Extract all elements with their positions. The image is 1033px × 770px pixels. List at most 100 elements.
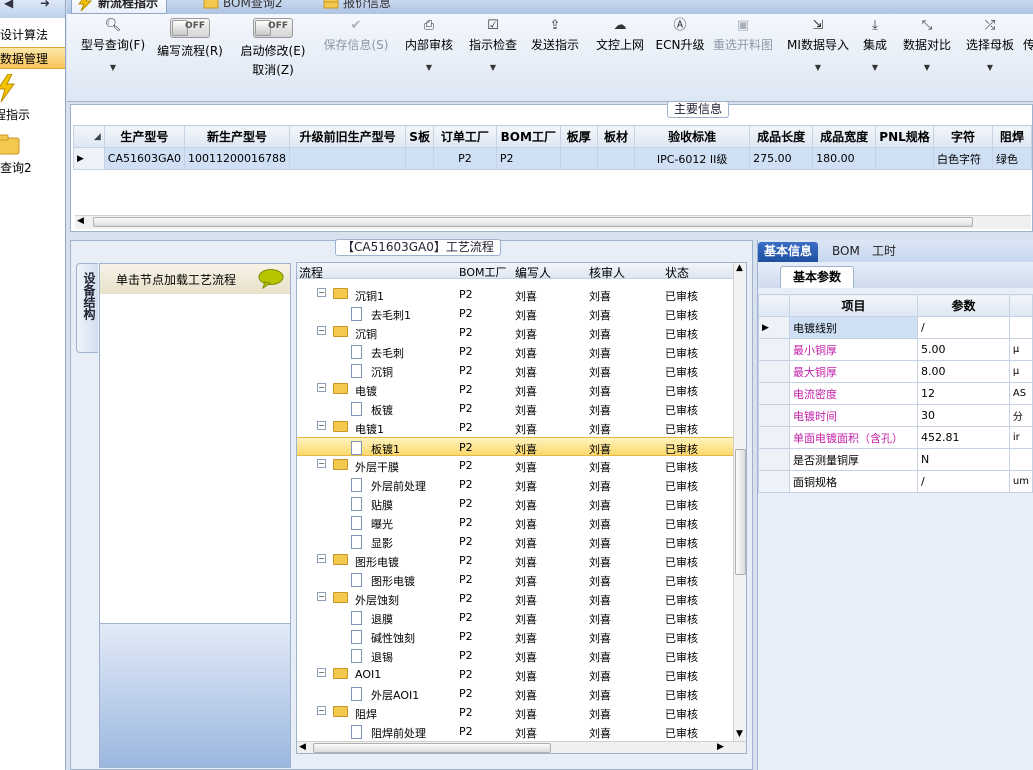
param-value-cell[interactable]: 452.81: [917, 426, 1010, 449]
cancel-button[interactable]: 取消(Z): [235, 61, 311, 78]
more-button[interactable]: 传: [1023, 18, 1033, 53]
ecn-upgrade-button[interactable]: Ⓐ ECN升级: [653, 18, 707, 53]
tab-basic-info[interactable]: 基本信息: [758, 242, 819, 262]
scroll-right-icon[interactable]: ▶: [717, 742, 724, 752]
param-row[interactable]: 最小铜厚 5.00 μ: [758, 338, 1033, 361]
param-row[interactable]: 面铜规格 / um: [758, 470, 1033, 493]
tree-row[interactable]: 显影 P2 刘喜 刘喜 已审核: [297, 532, 734, 551]
scroll-up-icon[interactable]: ▲: [736, 263, 743, 273]
column-header[interactable]: 板材: [596, 125, 636, 148]
toggle-switch[interactable]: OFF: [170, 18, 210, 38]
tree-row[interactable]: 外层AOI1 P2 刘喜 刘喜 已审核: [297, 684, 734, 703]
tree-row[interactable]: − 外层干膜 P2 刘喜 刘喜 已审核: [297, 456, 734, 475]
tree-row[interactable]: 碱性蚀刻 P2 刘喜 刘喜 已审核: [297, 627, 734, 646]
column-header[interactable]: 新生产型号: [184, 125, 291, 148]
horizontal-scrollbar[interactable]: ◀: [75, 215, 1031, 229]
device-structure-tab[interactable]: 设备结构: [76, 263, 98, 353]
tree-row[interactable]: − 电镀 P2 刘喜 刘喜 已审核: [297, 380, 734, 399]
tree-row[interactable]: 图形电镀 P2 刘喜 刘喜 已审核: [297, 570, 734, 589]
param-value-cell[interactable]: 12: [917, 382, 1010, 405]
table-cell[interactable]: 10011200016788: [184, 147, 291, 170]
data-compare-button[interactable]: ⤡ 数据对比 ▼: [899, 18, 955, 72]
param-row[interactable]: 单面电镀面积（含孔） 452.81 ir: [758, 426, 1033, 449]
column-header[interactable]: 流程: [299, 264, 323, 281]
save-info-button[interactable]: ✔ 保存信息(S): [321, 18, 391, 53]
table-cell[interactable]: [596, 147, 636, 170]
param-value-cell[interactable]: /: [917, 470, 1010, 493]
collapse-toggle-icon[interactable]: −: [317, 592, 326, 601]
tree-row[interactable]: 退膜 P2 刘喜 刘喜 已审核: [297, 608, 734, 627]
start-modify-toggle[interactable]: OFF 启动修改(E) 取消(Z): [235, 18, 311, 78]
nav-item-design-algorithm[interactable]: 设计算法: [0, 24, 65, 46]
tree-row[interactable]: 曝光 P2 刘喜 刘喜 已审核: [297, 513, 734, 532]
column-header[interactable]: 字符: [933, 125, 993, 148]
column-header[interactable]: 阻焊: [991, 125, 1033, 148]
column-header[interactable]: 验收标准: [634, 125, 751, 148]
column-header[interactable]: BOM工厂: [495, 125, 561, 148]
tab-quote-info[interactable]: 报价信息: [317, 0, 399, 14]
exit-icon[interactable]: ➜: [40, 0, 50, 10]
send-indicator-button[interactable]: ⇪ 发送指示: [527, 18, 583, 53]
collapse-toggle-icon[interactable]: −: [317, 288, 326, 297]
tree-row[interactable]: − 沉铜 P2 刘喜 刘喜 已审核: [297, 323, 734, 342]
collapse-toggle-icon[interactable]: −: [317, 326, 326, 335]
tree-row[interactable]: 去毛刺 P2 刘喜 刘喜 已审核: [297, 342, 734, 361]
column-header[interactable]: 订单工厂: [432, 125, 497, 148]
collapse-toggle-icon[interactable]: −: [317, 554, 326, 563]
scroll-down-icon[interactable]: ▼: [736, 729, 743, 739]
table-cell[interactable]: 绿色: [991, 147, 1033, 170]
tree-row[interactable]: − 阻焊 P2 刘喜 刘喜 已审核: [297, 703, 734, 722]
tree-row[interactable]: 阻焊前处理 P2 刘喜 刘喜 已审核: [297, 722, 734, 741]
nav-item-process-indicator[interactable]: 程指示: [0, 104, 60, 126]
reselect-image-button[interactable]: ▣ 重选开料图: [711, 18, 775, 53]
integrate-button[interactable]: ⤓ 集成 ▼: [857, 18, 893, 72]
column-header[interactable]: 状态: [665, 264, 689, 281]
tree-row[interactable]: 板镀 P2 刘喜 刘喜 已审核: [297, 399, 734, 418]
column-header[interactable]: S板: [405, 125, 434, 148]
param-value-cell[interactable]: /: [917, 316, 1010, 339]
table-cell[interactable]: IPC-6012 II级: [634, 147, 751, 170]
tree-row[interactable]: − 外层蚀刻 P2 刘喜 刘喜 已审核: [297, 589, 734, 608]
tree-row[interactable]: − 电镀1 P2 刘喜 刘喜 已审核: [297, 418, 734, 437]
tree-row[interactable]: 贴膜 P2 刘喜 刘喜 已审核: [297, 494, 734, 513]
tree-row[interactable]: − 沉铜1 P2 刘喜 刘喜 已审核: [297, 285, 734, 304]
table-cell[interactable]: 白色字符: [933, 147, 993, 170]
param-value-cell[interactable]: 30: [917, 404, 1010, 427]
table-cell[interactable]: [875, 147, 935, 170]
param-row[interactable]: ▶ 电镀线别 /: [758, 316, 1033, 339]
param-row[interactable]: 电镀时间 30 分: [758, 404, 1033, 427]
collapse-toggle-icon[interactable]: −: [317, 383, 326, 392]
upload-doc-button[interactable]: ☁ 文控上网: [591, 18, 649, 53]
column-header[interactable]: 参数: [917, 294, 1010, 317]
select-mother-button[interactable]: ⤮ 选择母板 ▼: [961, 18, 1019, 72]
tab-new-process[interactable]: 新流程指示: [71, 0, 168, 14]
param-row[interactable]: 是否测量铜厚 N: [758, 448, 1033, 471]
collapse-toggle-icon[interactable]: −: [317, 459, 326, 468]
toggle-switch[interactable]: OFF: [253, 18, 293, 38]
table-cell[interactable]: [405, 147, 434, 170]
tab-basic-params[interactable]: 基本参数: [780, 266, 855, 288]
collapse-toggle-icon[interactable]: −: [317, 421, 326, 430]
param-value-cell[interactable]: 8.00: [917, 360, 1010, 383]
model-query-button[interactable]: 🔍︎ 型号查询(F) ▼: [77, 18, 149, 72]
column-header[interactable]: 核审人: [589, 264, 625, 281]
table-cell[interactable]: P2: [432, 147, 497, 170]
column-header[interactable]: 生产型号: [103, 125, 186, 148]
param-row[interactable]: 电流密度 12 AS: [758, 382, 1033, 405]
nav-item-query2[interactable]: 查询2: [0, 157, 65, 179]
horizontal-scrollbar[interactable]: ◀ ▶: [297, 741, 746, 753]
tab-bom-query2[interactable]: BOM查询2: [197, 0, 290, 14]
tree-row[interactable]: − AOI1 P2 刘喜 刘喜 已审核: [297, 665, 734, 684]
indicator-check-button[interactable]: ☑ 指示检查 ▼: [465, 18, 521, 72]
column-header[interactable]: 板厚: [559, 125, 598, 148]
table-row[interactable]: ▶ CA51603GA0 10011200016788 P2 P2 IPC-60…: [73, 147, 1033, 170]
param-value-cell[interactable]: N: [917, 448, 1010, 471]
tree-row[interactable]: − 图形电镀 P2 刘喜 刘喜 已审核: [297, 551, 734, 570]
column-header[interactable]: 成品宽度: [812, 125, 877, 148]
column-header[interactable]: 项目: [788, 294, 919, 317]
column-header[interactable]: PNL规格: [875, 125, 935, 148]
scrollbar-thumb[interactable]: [735, 449, 746, 575]
scroll-left-icon[interactable]: ◀: [77, 216, 84, 226]
table-cell[interactable]: [559, 147, 598, 170]
mi-import-button[interactable]: ⇲ MI数据导入 ▼: [785, 18, 851, 72]
